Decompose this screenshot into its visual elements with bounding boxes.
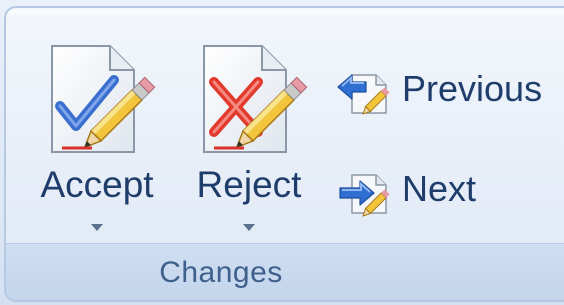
reject-label: Reject xyxy=(196,164,302,205)
previous-button[interactable]: Previous xyxy=(322,56,564,126)
group-label: Changes xyxy=(159,256,283,289)
next-button[interactable]: Next xyxy=(322,156,564,226)
reject-button[interactable]: Reject xyxy=(174,24,324,249)
accept-label: Accept xyxy=(40,164,154,205)
previous-label: Previous xyxy=(402,68,543,109)
group-footer: Changes xyxy=(6,243,564,300)
accept-button[interactable]: Accept xyxy=(22,24,172,249)
reject-dropdown-arrow-icon[interactable] xyxy=(174,222,324,234)
previous-change-arrow-icon xyxy=(337,74,390,115)
ribbon-frame: Accept Reject Previous Next Changes xyxy=(0,0,564,305)
changes-group: Accept Reject Previous Next Changes xyxy=(4,6,564,302)
next-change-arrow-icon xyxy=(339,174,390,217)
group-highlight xyxy=(8,10,564,16)
next-label: Next xyxy=(402,168,477,209)
reject-document-x-icon xyxy=(203,45,308,153)
accept-document-check-icon xyxy=(51,45,156,153)
accept-dropdown-arrow-icon[interactable] xyxy=(22,222,172,234)
